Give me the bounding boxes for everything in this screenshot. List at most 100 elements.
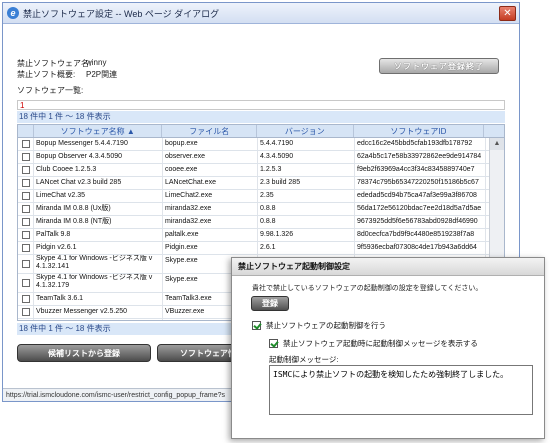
cell-software-name: Pidgin v2.6.1: [34, 242, 163, 254]
cell-software-name: LANcet Chat v2.3 build 285: [34, 177, 163, 189]
table-row[interactable]: Miranda IM 0.8.8 (NT版) miranda32.exe 0.8.8…: [18, 216, 504, 229]
record-count-top: 18 件中 1 件 ～ 18 件表示: [17, 111, 505, 123]
overview-value: P2P関連: [86, 70, 118, 79]
table-row[interactable]: Miranda IM 0.8.8 (Ux版) miranda32.exe 0.8.8…: [18, 203, 504, 216]
table-row[interactable]: Club Cooee 1.2.5.3 cooee.exe 1.2.5.3 f9eb2f…: [18, 164, 504, 177]
row-checkbox-cell[interactable]: [18, 306, 34, 318]
row-checkbox[interactable]: [21, 153, 30, 161]
header-version[interactable]: バージョン: [257, 125, 354, 137]
cell-file-name: Pidgin.exe: [163, 242, 258, 254]
header-scroll-gap: [484, 125, 504, 137]
title-bar: e 禁止ソフトウェア設定 -- Web ページ ダイアログ ✕: [3, 3, 519, 24]
enable-launch-control-label: 禁止ソフトウェアの起動制御を行う: [266, 321, 386, 330]
cell-version: 1.2.5.3: [258, 164, 355, 176]
header-file-name[interactable]: ファイル名: [162, 125, 258, 137]
cell-software-name: Club Cooee 1.2.5.3: [34, 164, 163, 176]
cell-version: 5.4.4.7190: [258, 138, 355, 150]
row-checkbox-cell[interactable]: [18, 151, 34, 163]
cell-software-name: Bopup Messenger 5.4.4.7190: [34, 138, 163, 150]
cell-software-name: Windows Live Messenger Version 20: [34, 319, 163, 320]
cell-software-name: TeamTalk 3.6.1: [34, 293, 163, 305]
row-checkbox[interactable]: [21, 231, 30, 239]
cell-software-id: 78374c795b65347220250f15186b5c67: [355, 177, 486, 189]
scroll-up-icon[interactable]: ▲: [490, 138, 504, 150]
row-checkbox-cell[interactable]: [18, 138, 34, 150]
filter-field[interactable]: 1: [17, 100, 505, 110]
header-software-id[interactable]: ソフトウェアID: [354, 125, 485, 137]
header-software-name[interactable]: ソフトウェア名称 ▲: [34, 125, 163, 137]
cell-software-id: ededad5cd94b75ca47af3e99a3f86708: [355, 190, 486, 202]
window-title: 禁止ソフトウェア設定 -- Web ページ ダイアログ: [23, 8, 220, 19]
cell-version: 2.3 build 285: [258, 177, 355, 189]
table-row[interactable]: LimeChat v2.35 LimeChat2.exe 2.35 ededad5cd…: [18, 190, 504, 203]
row-checkbox[interactable]: [21, 218, 30, 226]
panel-register-button[interactable]: 登録: [251, 296, 289, 311]
table-row[interactable]: Bopup Messenger 5.4.4.7190 bopup.exe 5.4.4…: [18, 138, 504, 151]
row-checkbox[interactable]: [21, 279, 30, 287]
cell-version: 2.35: [258, 190, 355, 202]
row-checkbox[interactable]: [21, 166, 30, 174]
cell-software-name: PalTalk 9.8: [34, 229, 163, 241]
cell-version: 0.8.8: [258, 216, 355, 228]
row-checkbox[interactable]: [21, 308, 30, 316]
cell-software-name: Skype 4.1 for Windows -ビジネス版 v 4.1.32.14…: [34, 255, 163, 273]
row-checkbox[interactable]: [21, 244, 30, 252]
show-message-label: 禁止ソフトウェア起動時に起動制御メッセージを表示する: [283, 339, 478, 348]
cell-software-name: Miranda IM 0.8.8 (Ux版): [34, 203, 163, 215]
cell-file-name: LANcetChat.exe: [163, 177, 258, 189]
row-checkbox-cell[interactable]: [18, 164, 34, 176]
checkbox-checked-icon[interactable]: [252, 321, 261, 330]
panel-title: 禁止ソフトウェア起動制御設定: [232, 258, 544, 276]
cell-version: 4.3.4.5090: [258, 151, 355, 163]
checkbox-checked-icon[interactable]: [269, 339, 278, 348]
software-list-label: ソフトウェア一覧:: [17, 86, 84, 95]
cell-software-id: 9673925dd5f6e56783abd0928df46990: [355, 216, 486, 228]
row-checkbox[interactable]: [21, 140, 30, 148]
cell-file-name: miranda32.exe: [163, 203, 258, 215]
enable-launch-control-checkbox[interactable]: 禁止ソフトウェアの起動制御を行う: [252, 320, 386, 331]
row-checkbox-cell[interactable]: [18, 190, 34, 202]
register-from-candidates-button[interactable]: 候補リストから登録: [17, 344, 151, 362]
launch-control-panel: 禁止ソフトウェア起動制御設定 貴社で禁止しているソフトウェアの起動制御の設定を登…: [231, 257, 545, 439]
row-checkbox-cell[interactable]: [18, 177, 34, 189]
table-header: ソフトウェア名称 ▲ ファイル名 バージョン ソフトウェアID: [18, 125, 504, 138]
header-checkbox[interactable]: [18, 125, 34, 137]
register-end-button[interactable]: ソフトウェア登録終了: [379, 58, 499, 74]
table-row[interactable]: PalTalk 9.8 paltalk.exe 9.98.1.326 8d0cecfc…: [18, 229, 504, 242]
row-checkbox[interactable]: [21, 179, 30, 187]
cell-file-name: bopup.exe: [163, 138, 258, 150]
row-checkbox[interactable]: [21, 192, 30, 200]
cell-file-name: cooee.exe: [163, 164, 258, 176]
cell-software-id: 8d0cecfca7bd9f9c4480e8519238f7a8: [355, 229, 486, 241]
row-checkbox-cell[interactable]: [18, 255, 34, 273]
cell-file-name: LimeChat2.exe: [163, 190, 258, 202]
row-checkbox-cell[interactable]: [18, 242, 34, 254]
table-row[interactable]: Pidgin v2.6.1 Pidgin.exe 2.6.1 9f5936ecbaf0…: [18, 242, 504, 255]
row-checkbox-cell[interactable]: [18, 203, 34, 215]
ie-icon: e: [7, 7, 19, 19]
message-textarea[interactable]: ISMCにより禁止ソフトの起動を検知したため強制終了しました。: [269, 365, 533, 415]
cell-version: 2.6.1: [258, 242, 355, 254]
row-checkbox[interactable]: [21, 295, 30, 303]
close-button[interactable]: ✕: [499, 6, 516, 21]
table-row[interactable]: Bopup Observer 4.3.4.5090 observer.exe 4.3…: [18, 151, 504, 164]
cell-file-name: miranda32.exe: [163, 216, 258, 228]
table-row[interactable]: LANcet Chat v2.3 build 285 LANcetChat.exe…: [18, 177, 504, 190]
row-checkbox-cell[interactable]: [18, 229, 34, 241]
row-checkbox[interactable]: [21, 260, 30, 268]
row-checkbox-cell[interactable]: [18, 319, 34, 320]
row-checkbox-cell[interactable]: [18, 293, 34, 305]
cell-software-id: 56da172e56120bdac7ee2d18d5a7d5ae: [355, 203, 486, 215]
row-checkbox-cell[interactable]: [18, 274, 34, 292]
cell-file-name: paltalk.exe: [163, 229, 258, 241]
overview-label: 禁止ソフト概要:: [17, 70, 76, 79]
panel-description: 貴社で禁止しているソフトウェアの起動制御の設定を登録してください。: [252, 285, 483, 292]
cell-file-name: observer.exe: [163, 151, 258, 163]
show-message-checkbox[interactable]: 禁止ソフトウェア起動時に起動制御メッセージを表示する: [269, 338, 478, 349]
row-checkbox[interactable]: [21, 205, 30, 213]
row-checkbox-cell[interactable]: [18, 216, 34, 228]
message-label: 起動制御メッセージ:: [269, 355, 339, 364]
cell-software-name: LimeChat v2.35: [34, 190, 163, 202]
cell-software-name: Bopup Observer 4.3.4.5090: [34, 151, 163, 163]
cell-software-id: 62a4b5c17e58b33972862ee9de914784: [355, 151, 486, 163]
